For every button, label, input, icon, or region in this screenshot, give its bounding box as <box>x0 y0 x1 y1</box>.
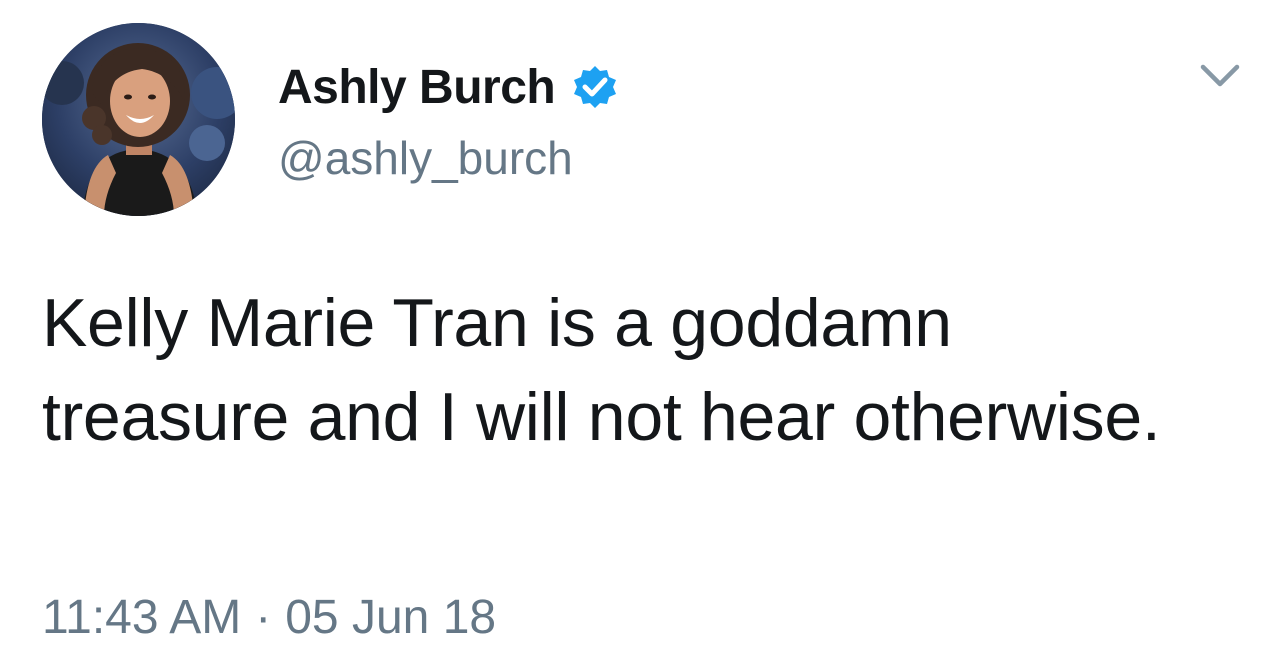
avatar[interactable] <box>42 23 235 216</box>
tweet-date: 05 Jun 18 <box>285 591 497 644</box>
author-handle[interactable]: @ashly_burch <box>278 130 573 186</box>
verified-badge-icon <box>571 64 619 112</box>
tweet-timestamp[interactable]: 11:43 AM · 05 Jun 18 <box>42 590 496 646</box>
tweet-time: 11:43 AM <box>42 591 242 644</box>
profile-photo-icon <box>42 23 235 216</box>
tweet-card: Ashly Burch @ashly_burch Kelly Marie Tra… <box>0 0 1280 668</box>
chevron-down-icon[interactable] <box>1198 58 1242 94</box>
meta-separator: · <box>255 591 272 644</box>
display-name[interactable]: Ashly Burch <box>278 60 556 116</box>
tweet-text: Kelly Marie Tran is a goddamn treasure a… <box>42 285 1161 455</box>
author-name-row[interactable]: Ashly Burch <box>278 60 619 116</box>
